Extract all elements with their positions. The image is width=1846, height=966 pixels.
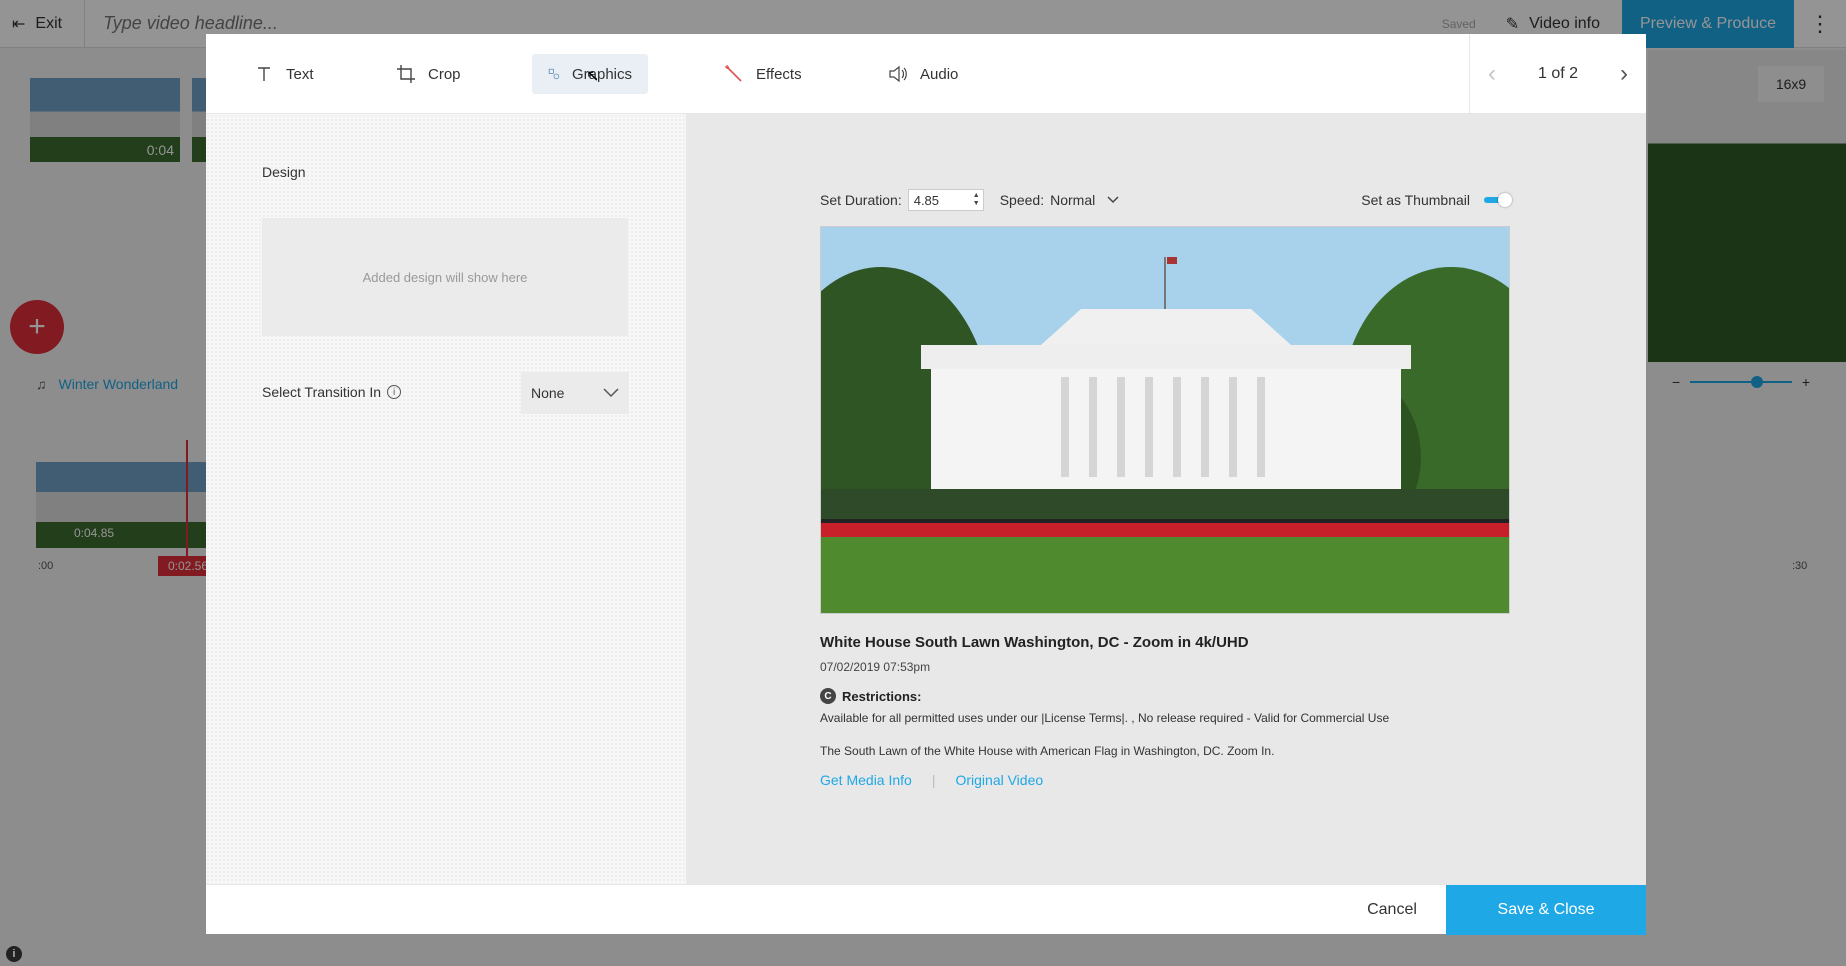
mouse-cursor-icon: ↖	[586, 68, 600, 85]
duration-field[interactable]: 4.85 ▲ ▼	[907, 189, 984, 211]
restrictions-text: Available for all permitted uses under o…	[820, 711, 1390, 725]
tab-label: Graphics	[571, 65, 632, 83]
restrictions-heading: C Restrictions:	[820, 688, 921, 704]
save-close-button[interactable]: Save & Close	[1446, 885, 1646, 935]
restrictions-label: Restrictions:	[842, 688, 922, 704]
info-icon[interactable]: i	[387, 385, 402, 399]
original-video-link[interactable]: Original Video	[955, 772, 1043, 788]
media-links: Get Media Info | Original Video	[820, 772, 1043, 788]
transition-select[interactable]: None	[521, 372, 629, 414]
pager-label: 1 of 2	[1537, 65, 1579, 82]
media-description: The South Lawn of the White House with A…	[820, 744, 1275, 758]
duration-label: Set Duration:	[820, 192, 902, 208]
tab-label: Effects	[756, 65, 802, 83]
tab-label: Crop	[428, 65, 461, 83]
transition-label: Select Transition In i	[262, 384, 402, 400]
tab-text[interactable]: Text	[238, 54, 330, 94]
magic-wand-icon	[725, 65, 742, 82]
transition-value: None	[531, 385, 565, 401]
design-drop-area[interactable]: Added design will show here	[262, 218, 628, 336]
speed-select[interactable]: Speed: Normal	[1000, 192, 1120, 208]
chevron-down-icon	[1107, 196, 1119, 204]
speed-value: Normal	[1050, 192, 1096, 208]
design-placeholder: Added design will show here	[362, 269, 528, 285]
text-icon	[258, 67, 270, 81]
help-icon[interactable]: i	[6, 946, 22, 962]
duration-value: 4.85	[913, 192, 940, 208]
tab-label: Audio	[920, 65, 959, 83]
transition-label-text: Select Transition In	[262, 384, 382, 400]
speaker-icon	[889, 65, 907, 83]
stepper-icon[interactable]: ▲ ▼	[973, 192, 980, 208]
modal-footer: Cancel Save & Close	[206, 884, 1646, 935]
media-title: White House South Lawn Washington, DC - …	[820, 634, 1249, 651]
clip-preview-panel: Set Duration: 4.85 ▲ ▼ Speed: Normal Set …	[686, 114, 1646, 884]
thumbnail-label: Set as Thumbnail	[1361, 192, 1470, 208]
modal-header: Text Crop Graphics Effects Audio ‹ 1 of …	[206, 34, 1646, 114]
chevron-down-icon	[603, 388, 619, 398]
edit-clip-modal: Text Crop Graphics Effects Audio ‹ 1 of …	[206, 34, 1646, 935]
next-arrow-icon[interactable]: ›	[1620, 60, 1628, 88]
clip-controls: Set Duration: 4.85 ▲ ▼ Speed: Normal Set …	[820, 188, 1512, 212]
tab-effects[interactable]: Effects	[708, 54, 818, 94]
speed-label: Speed:	[999, 192, 1045, 208]
cancel-button[interactable]: Cancel	[1342, 885, 1442, 935]
design-label: Design	[262, 164, 306, 180]
get-media-info-link[interactable]: Get Media Info	[820, 772, 912, 788]
crop-icon	[397, 65, 415, 83]
prev-arrow-icon[interactable]: ‹	[1488, 60, 1496, 88]
graphics-panel: Design Added design will show here Selec…	[206, 114, 686, 884]
copyright-icon: C	[820, 688, 836, 704]
clip-preview-image	[820, 226, 1510, 614]
clip-pager: ‹ 1 of 2 ›	[1469, 34, 1646, 114]
tab-audio[interactable]: Audio	[872, 54, 974, 94]
thumbnail-toggle[interactable]	[1484, 193, 1512, 207]
link-divider: |	[931, 772, 936, 788]
graphics-icon	[548, 68, 560, 80]
thumbnail-setting: Set as Thumbnail	[1361, 192, 1512, 208]
tab-label: Text	[286, 65, 314, 83]
tab-crop[interactable]: Crop	[380, 54, 477, 94]
media-date: 07/02/2019 07:53pm	[820, 660, 931, 674]
